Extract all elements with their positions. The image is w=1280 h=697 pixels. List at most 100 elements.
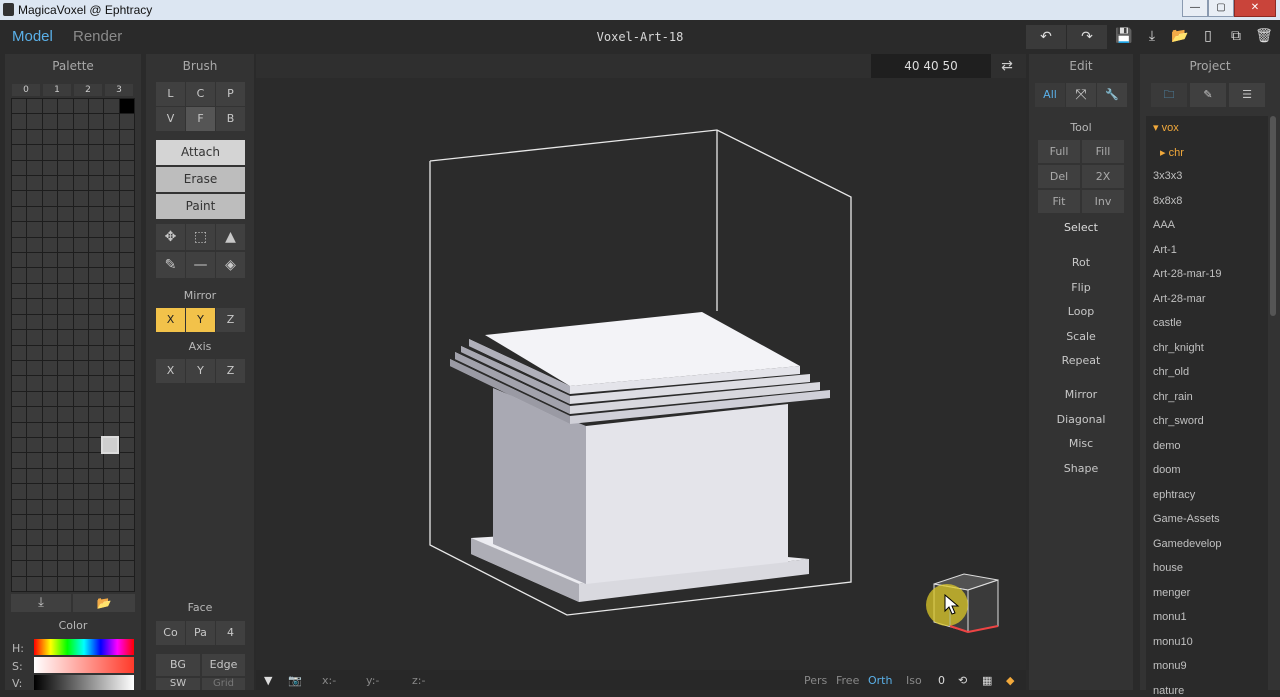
project-file-item[interactable]: chr_rain xyxy=(1153,391,1193,403)
save-icon[interactable]: 💾 xyxy=(1114,26,1134,46)
project-file-item[interactable]: Game-Assets xyxy=(1153,513,1220,525)
palette-swatch[interactable] xyxy=(42,407,58,422)
export-icon[interactable]: ⤓ xyxy=(1142,26,1162,46)
orthographic-button[interactable]: Orth xyxy=(868,674,892,687)
minimize-button[interactable]: — xyxy=(1182,0,1208,17)
palette-swatch[interactable] xyxy=(73,545,88,561)
palette-swatch[interactable] xyxy=(119,514,134,530)
palette-swatch[interactable] xyxy=(12,237,27,253)
palette-swatch[interactable] xyxy=(88,561,104,576)
palette-swatch[interactable] xyxy=(73,437,88,453)
palette-swatch[interactable] xyxy=(58,468,73,484)
palette-swatch[interactable] xyxy=(27,129,42,145)
isometric-button[interactable]: Iso xyxy=(906,674,922,687)
project-file-item[interactable]: Art-28-mar-19 xyxy=(1153,268,1221,280)
project-file-item[interactable]: doom xyxy=(1153,464,1181,476)
project-file-item[interactable]: AAA xyxy=(1153,219,1175,231)
palette-swatch[interactable] xyxy=(27,283,42,299)
edit-tab-transform-icon[interactable]: ⤧ xyxy=(1066,83,1096,107)
palette-swatch[interactable] xyxy=(42,268,58,283)
hue-slider[interactable] xyxy=(34,639,134,655)
reset-view-icon[interactable]: ⟲ xyxy=(958,674,967,687)
project-file-item[interactable]: chr_knight xyxy=(1153,342,1204,354)
palette-swatch[interactable] xyxy=(88,499,104,514)
palette-swatch[interactable] xyxy=(42,453,58,468)
value-slider[interactable] xyxy=(34,675,134,690)
palette-swatch[interactable] xyxy=(58,561,73,576)
palette-swatch[interactable] xyxy=(73,314,88,330)
menu-dropdown-icon[interactable]: ▼ xyxy=(264,674,272,687)
project-file-item[interactable]: 8x8x8 xyxy=(1153,195,1182,207)
palette-swatch[interactable] xyxy=(42,222,58,237)
palette-swatch[interactable] xyxy=(104,268,119,283)
palette-swatch[interactable] xyxy=(42,545,58,561)
palette-swatch[interactable] xyxy=(104,237,119,253)
project-file-item[interactable]: monu1 xyxy=(1153,611,1187,623)
palette-swatch[interactable] xyxy=(88,99,104,114)
brush-shape-l-button[interactable]: L xyxy=(156,82,185,106)
palette-grid[interactable] xyxy=(11,98,135,592)
palette-swatch[interactable] xyxy=(27,407,42,422)
palette-swatch[interactable] xyxy=(88,407,104,422)
palette-swatch[interactable] xyxy=(42,206,58,222)
palette-swatch[interactable] xyxy=(42,253,58,268)
brush-shape-c-button[interactable]: C xyxy=(186,82,215,106)
eyedropper-icon[interactable]: ✎ xyxy=(156,252,185,278)
project-file-item[interactable]: Art-28-mar xyxy=(1153,293,1206,305)
palette-swatch[interactable] xyxy=(42,191,58,206)
palette-swatch[interactable] xyxy=(73,145,88,160)
palette-swatch[interactable] xyxy=(58,299,73,314)
palette-swatch[interactable] xyxy=(73,129,88,145)
palette-swatch[interactable] xyxy=(104,191,119,206)
palette-swatch[interactable] xyxy=(73,453,88,468)
palette-swatch[interactable] xyxy=(104,314,119,330)
palette-swatch[interactable] xyxy=(119,391,134,407)
palette-tab-2[interactable]: 2 xyxy=(74,84,102,96)
palette-swatch[interactable] xyxy=(27,176,42,191)
axis-z-button[interactable]: Z xyxy=(216,359,245,383)
palette-swatch[interactable] xyxy=(42,376,58,391)
project-file-item[interactable]: monu10 xyxy=(1153,636,1193,648)
loop-button[interactable]: Loop xyxy=(1029,305,1133,318)
palette-swatch[interactable] xyxy=(88,391,104,407)
palette-swatch[interactable] xyxy=(58,437,73,453)
palette-swatch[interactable] xyxy=(119,299,134,314)
palette-swatch[interactable] xyxy=(42,437,58,453)
palette-swatch[interactable] xyxy=(27,484,42,499)
diagonal-button[interactable]: Diagonal xyxy=(1029,413,1133,426)
palette-swatch[interactable] xyxy=(42,283,58,299)
palette-swatch[interactable] xyxy=(104,283,119,299)
palette-swatch[interactable] xyxy=(104,145,119,160)
palette-swatch[interactable] xyxy=(58,330,73,345)
palette-swatch[interactable] xyxy=(104,376,119,391)
palette-swatch[interactable] xyxy=(12,129,27,145)
palette-swatch[interactable] xyxy=(73,253,88,268)
palette-swatch[interactable] xyxy=(73,160,88,176)
palette-swatch[interactable] xyxy=(119,253,134,268)
palette-swatch[interactable] xyxy=(88,253,104,268)
palette-swatch[interactable] xyxy=(42,422,58,437)
palette-swatch[interactable] xyxy=(73,407,88,422)
palette-swatch[interactable] xyxy=(119,576,134,591)
palette-swatch[interactable] xyxy=(119,191,134,206)
palette-swatch[interactable] xyxy=(73,360,88,376)
palette-swatch[interactable] xyxy=(104,299,119,314)
palette-swatch[interactable] xyxy=(58,145,73,160)
palette-swatch[interactable] xyxy=(119,376,134,391)
project-folder-item[interactable]: ▸ chr xyxy=(1160,146,1184,159)
palette-swatch[interactable] xyxy=(88,453,104,468)
palette-swatch[interactable] xyxy=(42,237,58,253)
palette-swatch[interactable] xyxy=(27,114,42,129)
palette-swatch[interactable] xyxy=(27,376,42,391)
palette-tab-3[interactable]: 3 xyxy=(105,84,133,96)
palette-swatch[interactable] xyxy=(73,268,88,283)
palette-swatch[interactable] xyxy=(27,561,42,576)
palette-swatch[interactable] xyxy=(104,484,119,499)
copy-icon[interactable]: ⧉ xyxy=(1226,26,1246,46)
palette-swatch[interactable] xyxy=(104,360,119,376)
perspective-button[interactable]: Pers xyxy=(804,674,827,687)
palette-swatch[interactable] xyxy=(119,437,134,453)
palette-swatch[interactable] xyxy=(119,314,134,330)
palette-swatch[interactable] xyxy=(88,191,104,206)
palette-swatch[interactable] xyxy=(12,453,27,468)
